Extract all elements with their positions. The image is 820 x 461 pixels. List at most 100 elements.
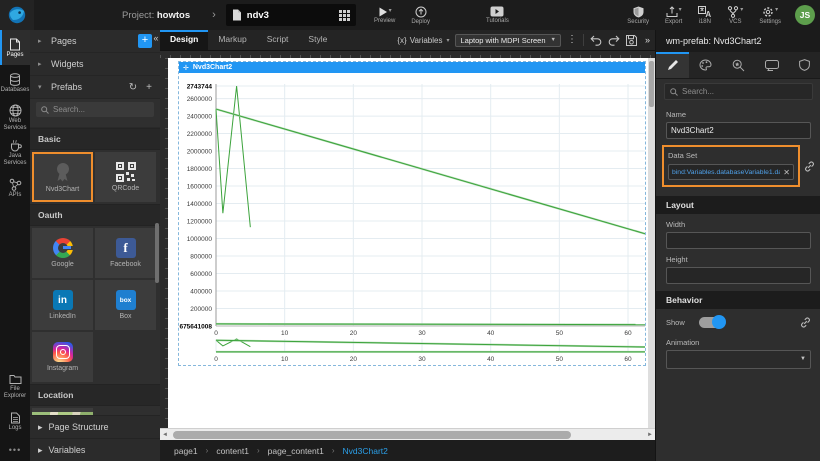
- group-basic: Basic: [30, 128, 160, 150]
- show-toggle[interactable]: [699, 317, 725, 328]
- undo-button[interactable]: [590, 35, 602, 46]
- export-button[interactable]: ▾ Export: [659, 0, 688, 30]
- inspector-search: Search...: [656, 79, 820, 104]
- section-widgets[interactable]: ▸ Widgets: [30, 53, 160, 76]
- width-input[interactable]: [666, 232, 811, 249]
- height-input[interactable]: [666, 267, 811, 284]
- svg-text:30: 30: [418, 330, 426, 337]
- prefab-tile-nvd3chart[interactable]: Nvd3Chart: [32, 152, 93, 202]
- sidebar-item-pages[interactable]: Pages: [0, 30, 30, 65]
- settings-button[interactable]: ▾ Settings: [753, 0, 787, 30]
- shield-outline-icon: [799, 59, 810, 71]
- breadcrumb: page1 › content1 › page_content1 › Nvd3C…: [160, 440, 655, 461]
- section-page-structure[interactable]: ▸ Page Structure: [30, 415, 160, 438]
- svg-text:200000: 200000: [190, 306, 212, 313]
- svg-text:2743744: 2743744: [187, 83, 213, 90]
- user-avatar[interactable]: JS: [795, 5, 815, 25]
- divider: [583, 34, 584, 46]
- prefab-tile-facebook[interactable]: f Facebook: [95, 228, 156, 278]
- ruler-horizontal: [160, 50, 655, 58]
- tab-properties[interactable]: [656, 52, 689, 78]
- kebab-menu-icon[interactable]: ⋮: [567, 35, 577, 45]
- inspector-search-input[interactable]: Search...: [664, 83, 813, 100]
- chevron-right-icon: ▸: [38, 422, 43, 433]
- group-oauth: Oauth: [30, 204, 160, 226]
- search-icon: [41, 106, 49, 114]
- sidebar-item-logs[interactable]: Logs: [0, 404, 30, 439]
- prefab-search: Search...: [30, 99, 160, 128]
- tab-markup[interactable]: Markup: [208, 30, 256, 50]
- svg-text:600000: 600000: [190, 271, 212, 278]
- search-icon: [670, 88, 678, 96]
- section-prefabs[interactable]: ▾ Prefabs ↻ +: [30, 76, 160, 99]
- animation-select[interactable]: ▼: [666, 350, 811, 369]
- tab-styles[interactable]: [689, 52, 722, 78]
- canvas-vertical-scrollbar[interactable]: [648, 58, 655, 428]
- prefab-tile-box[interactable]: box Box: [95, 280, 156, 330]
- scroll-left-icon[interactable]: ◄: [160, 432, 170, 438]
- dataset-input[interactable]: bind:Variables.databaseVariable1.dataSet…: [668, 164, 794, 180]
- palette-scrollbar[interactable]: [155, 223, 159, 283]
- tab-devices[interactable]: [755, 52, 788, 78]
- section-pages[interactable]: ▸ Pages +: [30, 30, 160, 53]
- svg-text:20: 20: [350, 356, 358, 363]
- translate-icon: A: [698, 6, 711, 18]
- prefab-tile-instagram[interactable]: Instagram: [32, 332, 93, 382]
- project-label: Project: howtos: [122, 10, 190, 21]
- scrollbar-thumb[interactable]: [173, 431, 571, 439]
- preview-button[interactable]: ▾ Preview: [368, 0, 401, 30]
- line-chart: 2743744260000024000002200000200000018000…: [179, 62, 645, 365]
- tab-style[interactable]: Style: [298, 30, 337, 50]
- rail-more-button[interactable]: •••: [0, 439, 30, 461]
- prefab-tile-qrcode[interactable]: QRCode: [95, 152, 156, 202]
- save-button[interactable]: [626, 35, 637, 46]
- deploy-button[interactable]: Deploy: [405, 0, 436, 30]
- breadcrumb-page1[interactable]: page1: [174, 446, 198, 456]
- scroll-right-icon[interactable]: ►: [645, 432, 655, 438]
- breadcrumb-content1[interactable]: content1: [216, 446, 249, 456]
- security-button[interactable]: Security: [621, 0, 655, 30]
- i18n-button[interactable]: A i18N: [692, 0, 717, 30]
- prefab-tile-location[interactable]: [32, 408, 93, 415]
- refresh-icon[interactable]: ↻: [129, 82, 137, 93]
- ruler-vertical: [160, 58, 168, 428]
- variables-dropdown[interactable]: {x} Variables ▾: [397, 36, 449, 45]
- tab-security[interactable]: [788, 52, 820, 78]
- redo-button[interactable]: [608, 35, 620, 46]
- prefab-search-input[interactable]: Search...: [36, 102, 154, 117]
- chevron-right-icon: ›: [332, 446, 335, 455]
- chevron-down-icon: ▾: [679, 6, 682, 13]
- prefab-tile-google[interactable]: Google: [32, 228, 93, 278]
- tab-design[interactable]: Design: [160, 30, 208, 50]
- name-input[interactable]: [666, 122, 811, 139]
- prefab-tile-linkedin[interactable]: in LinkedIn: [32, 280, 93, 330]
- dropdown-arrow-icon: ▼: [800, 356, 806, 362]
- collapse-inspector-button[interactable]: »: [643, 35, 652, 45]
- clear-binding-icon[interactable]: ✕: [783, 168, 790, 177]
- sidebar-item-file-explorer[interactable]: File Explorer: [0, 369, 30, 404]
- device-chat-icon: [765, 60, 779, 71]
- page-canvas[interactable]: 2743744260000024000002200000200000018000…: [168, 58, 648, 428]
- bind-link-icon[interactable]: [804, 161, 815, 172]
- breadcrumb-nvd3chart2[interactable]: Nvd3Chart2: [343, 446, 388, 456]
- tutorials-button[interactable]: Tutorials: [480, 0, 515, 30]
- sidebar-item-databases[interactable]: Databases: [0, 65, 30, 100]
- tab-script[interactable]: Script: [257, 30, 299, 50]
- page-tab-ndv3[interactable]: ndv3: [226, 4, 356, 26]
- collapse-palette-button[interactable]: «: [150, 33, 162, 47]
- sidebar-item-web-services[interactable]: Web Services: [0, 100, 30, 135]
- nvd3chart-widget[interactable]: 2743744260000024000002200000200000018000…: [178, 61, 646, 366]
- tab-events[interactable]: [722, 52, 755, 78]
- breadcrumb-page-content1[interactable]: page_content1: [268, 446, 324, 456]
- device-selector[interactable]: Laptop with MDPI Screen ▼: [455, 34, 561, 47]
- sidebar-item-apis[interactable]: APIs: [0, 170, 30, 205]
- vcs-button[interactable]: ▾ VCS: [721, 0, 749, 30]
- widget-title-bar[interactable]: ✛ Nvd3Chart2: [179, 62, 645, 73]
- grid-icon[interactable]: [339, 10, 350, 21]
- sidebar-item-java-services[interactable]: Java Services: [0, 135, 30, 170]
- database-icon: [9, 73, 21, 86]
- property-inspector: wm-prefab: Nvd3Chart2 Search... Name Dat…: [655, 30, 820, 461]
- section-variables[interactable]: ▸ Variables: [30, 438, 160, 461]
- import-prefab-button[interactable]: +: [146, 82, 152, 93]
- bind-link-icon[interactable]: [800, 317, 811, 328]
